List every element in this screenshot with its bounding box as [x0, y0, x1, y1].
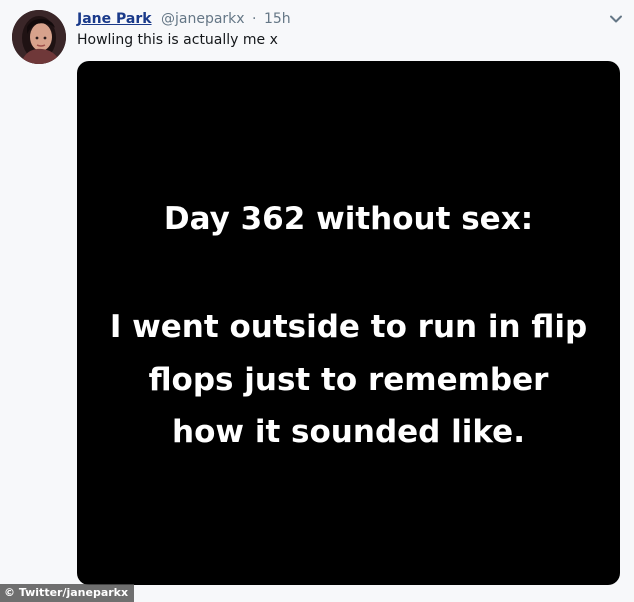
tweet-text: Howling this is actually me x — [77, 32, 278, 48]
tweet-media-image[interactable]: Day 362 without sex: I went outside to r… — [77, 61, 620, 585]
image-credit: © Twitter/janeparkx — [0, 584, 135, 602]
image-text-line: flops just to remember — [148, 362, 549, 398]
user-handle[interactable]: @janeparkx — [161, 11, 245, 27]
tweet-header: Jane Park @janeparkx · 15h — [77, 9, 291, 29]
display-name[interactable]: Jane Park — [77, 11, 152, 27]
tweet-timestamp[interactable]: 15h — [264, 11, 291, 27]
image-text-line: I went outside to run in flip — [109, 309, 588, 345]
separator-dot: · — [252, 11, 257, 27]
image-text-heading: Day 362 without sex: — [163, 201, 534, 237]
chevron-down-icon[interactable] — [608, 11, 624, 27]
avatar[interactable] — [12, 10, 66, 64]
tweet: Jane Park @janeparkx · 15h Howling this … — [0, 0, 634, 602]
image-text-line: how it sounded like. — [172, 414, 525, 450]
